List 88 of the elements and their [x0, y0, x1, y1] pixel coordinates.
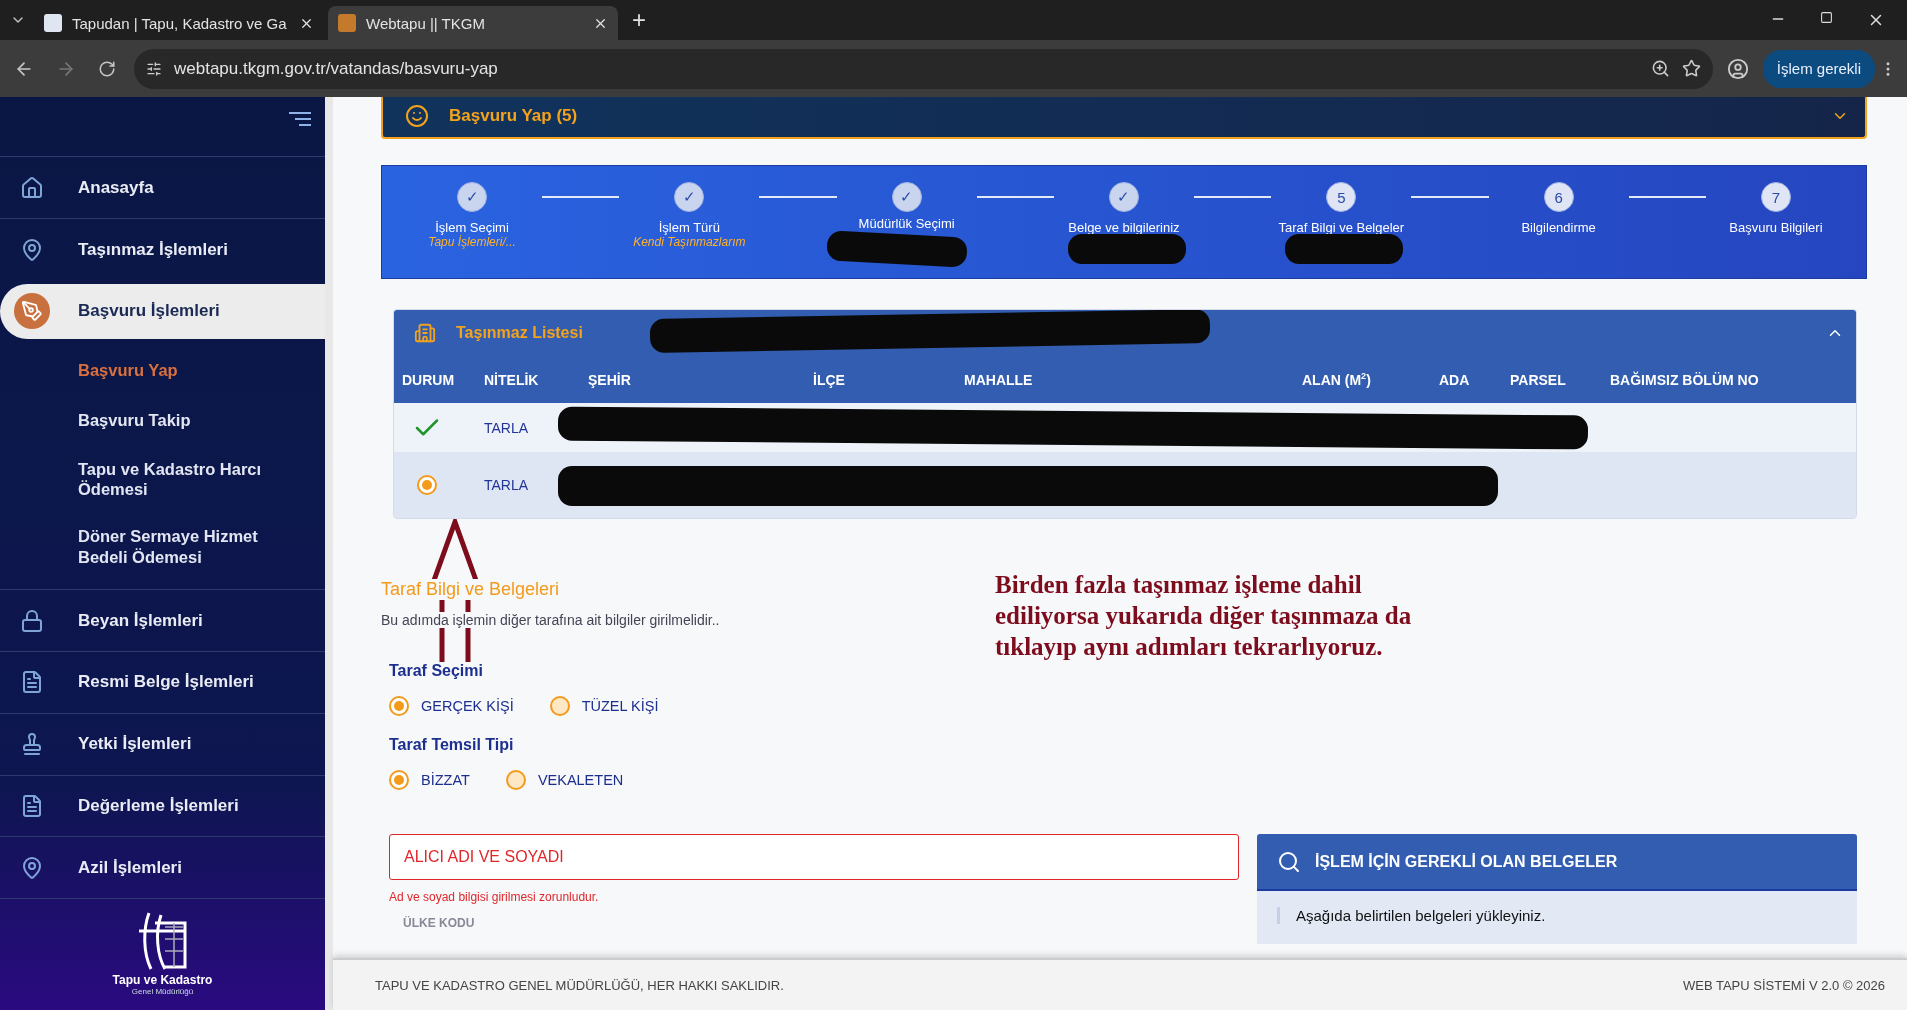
sidebar-subitem[interactable]: Başvuru Takip — [0, 398, 325, 443]
table-row[interactable]: TARLA — [394, 403, 1856, 452]
step-marker: ✓ — [891, 182, 922, 212]
sidebar-item[interactable]: Yetki İşlemleri — [0, 712, 325, 775]
sidebar-item[interactable]: Anasayfa — [0, 156, 325, 219]
sidebar-item[interactable]: Değerleme İşlemleri — [0, 774, 325, 837]
new-tab-button[interactable]: + — [622, 6, 656, 34]
column-header: DURUM — [402, 371, 456, 388]
document-icon — [20, 793, 44, 818]
step-marker: ✓ — [1109, 182, 1139, 212]
step-marker: ✓ — [457, 182, 487, 212]
bookmark-star-icon[interactable] — [1681, 59, 1701, 78]
sidebar-item[interactable]: Resmi Belge İşlemleri — [0, 651, 325, 713]
step-label: Bilgilendirme — [1521, 220, 1596, 235]
pen-icon — [21, 300, 43, 323]
column-header: PARSEL — [1510, 371, 1567, 388]
table-cell-text: TARLA — [484, 419, 530, 436]
url-text: webtapu.tkgm.gov.tr/vatandas/basvuru-yap — [174, 58, 499, 79]
step-label: Başvuru Bilgileri — [1729, 220, 1823, 235]
sidebar-item[interactable]: Taşınmaz İşlemleri — [0, 218, 325, 280]
field-label: ÜLKE KODU — [403, 916, 476, 930]
panel-text: Aşağıda belirtilen belgeleri yükleyiniz. — [1277, 907, 1837, 924]
address-bar[interactable]: webtapu.tkgm.gov.tr/vatandas/basvuru-yap — [134, 48, 1713, 89]
form-title: Taraf Bilgi ve Belgeleri — [381, 579, 560, 600]
lock-icon — [20, 608, 44, 633]
logo-title: Tapu ve Kadastro — [112, 973, 213, 987]
copyright-text: TAPU VE KADASTRO GENEL MÜDÜRLÜĞÜ, HER HAKKI SAKLIDIR. — [375, 977, 784, 993]
column-header: ALAN (M$^{2}$) — [1302, 371, 1372, 388]
table-row[interactable]: TARLA — [394, 452, 1856, 518]
error-message: Ad ve soyad bilgisi girilmesi zorunludur. — [389, 890, 600, 904]
version-text: WEB TAPU SİSTEMİ V 2.0 © 2026 — [1683, 977, 1885, 993]
step-label: İşlem Türü — [658, 220, 720, 235]
table-title: Taşınmaz Listesi — [456, 324, 583, 342]
sidebar-item[interactable]: Beyan İşlemleri — [0, 589, 325, 651]
radio-option[interactable]: VEKALETEN — [505, 770, 624, 790]
panel-title: İŞLEM İÇİN GEREKLİ OLAN BELGELER — [1315, 852, 1618, 871]
sidebar-subitem[interactable]: Tapu ve Kadastro Harcı Ödemesi — [0, 448, 325, 510]
site-info-icon[interactable] — [146, 60, 162, 77]
sidebar-subitem[interactable]: Başvuru Yap — [0, 348, 325, 393]
step-label: Taraf Bilgi ve Belgeler — [1278, 220, 1405, 235]
zoom-icon[interactable] — [1650, 59, 1670, 78]
section-title: Başvuru Yap (5) — [449, 106, 579, 126]
sidebar-item[interactable]: Azil İşlemleri — [0, 836, 325, 898]
step-marker: 7 — [1760, 182, 1791, 212]
annotation-text: Birden fazla taşınmaz işleme dahil ediliyorsa yukarıda diğer taşınmaza da tıklayıp aynı adımları tekrarlıyoruz. — [995, 570, 1412, 662]
column-header: NİTELİK — [484, 371, 540, 388]
reload-icon — [98, 59, 116, 78]
column-header: MAHALLE — [964, 371, 1034, 388]
form-subtitle: Bu adımda işlemin diğer tarafına ait bilgiler girilmelidir.. — [381, 612, 720, 628]
radio-option[interactable]: BİZZAT — [389, 770, 470, 790]
column-header: ŞEHİR — [588, 371, 632, 388]
radio-button[interactable] — [417, 475, 437, 495]
favicon-icon — [338, 14, 356, 32]
sidebar-subitem[interactable]: Döner Sermaye Hizmet Bedeli Ödemesi — [0, 516, 325, 578]
step-marker: ✓ — [674, 182, 705, 212]
group-label: Taraf Temsil Tipi — [389, 736, 514, 754]
step-label: Belge ve bilgileriniz — [1068, 220, 1180, 235]
step-marker: 5 — [1326, 182, 1357, 212]
group-label: Taraf Seçimi — [389, 662, 483, 680]
radio-option[interactable]: GERÇEK KİŞİ — [389, 696, 514, 716]
search-icon — [1277, 849, 1301, 874]
column-header: İLÇE — [813, 371, 846, 388]
restore-icon[interactable] — [1820, 11, 1833, 24]
action-required-button[interactable]: İşlem gerekli — [1762, 49, 1875, 88]
browser-tab[interactable]: Webtapu || TKGM — [328, 6, 618, 40]
name-input-field[interactable]: ALICI ADI VE SOYADI — [389, 834, 1239, 880]
step-label: Müdürlük Seçimi — [858, 216, 955, 231]
profile-icon[interactable] — [1726, 57, 1749, 80]
map-pin-icon — [20, 855, 44, 880]
logo-subtitle: Genel Müdürlüğü — [131, 987, 194, 996]
step-sublabel: Kendi Taşınmazlarım — [633, 235, 746, 249]
favicon-icon — [44, 14, 62, 32]
smile-icon — [405, 104, 429, 128]
home-icon — [20, 175, 44, 200]
table-cell-text: TARLA — [484, 477, 530, 493]
map-pin-icon — [20, 237, 44, 262]
radio-option[interactable]: TÜZEL KİŞİ — [549, 696, 659, 716]
section-header[interactable]: Başvuru Yap (5) — [381, 97, 1867, 139]
stamp-icon — [20, 732, 44, 757]
step-sublabel: Tapu İşlemleri/... — [428, 235, 516, 249]
menu-icon[interactable] — [289, 111, 311, 127]
building-icon — [414, 322, 436, 344]
sidebar-item[interactable]: Başvuru İşlemleri — [0, 283, 325, 339]
step-label: İşlem Seçimi — [435, 220, 509, 235]
document-icon — [20, 670, 44, 695]
column-header: BAĞIMSIZ BÖLÜM NO — [1610, 371, 1760, 388]
column-header: ADA — [1439, 371, 1471, 388]
step-marker: 6 — [1543, 182, 1574, 212]
